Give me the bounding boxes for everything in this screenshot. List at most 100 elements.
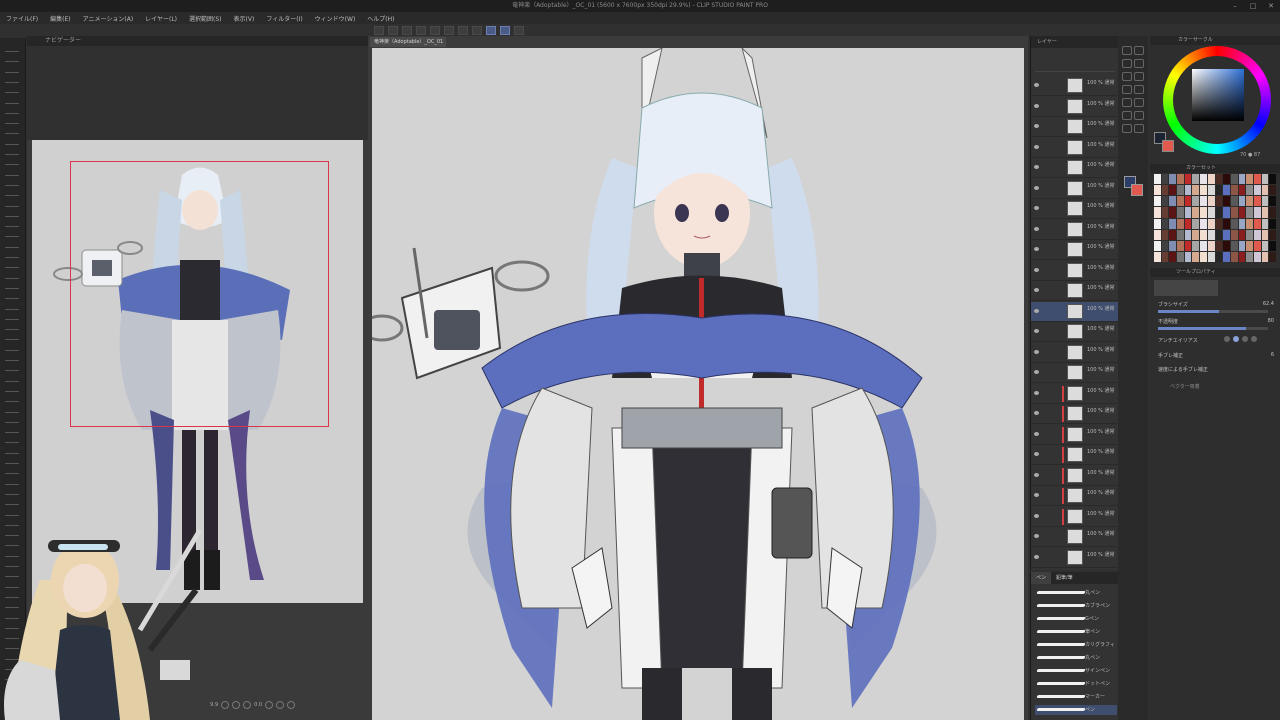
- color-swatch[interactable]: [1253, 185, 1261, 196]
- auto-action-item[interactable]: [5, 149, 19, 155]
- auto-action-item[interactable]: [5, 437, 19, 444]
- color-swatch[interactable]: [1154, 185, 1161, 196]
- color-swatch[interactable]: [1269, 229, 1276, 240]
- color-swatch[interactable]: [1230, 207, 1238, 218]
- color-swatch[interactable]: [1169, 229, 1177, 240]
- document-tab[interactable]: 竜神楽（Adoptable）_OC_01: [370, 37, 446, 47]
- color-swatch[interactable]: [1177, 207, 1184, 218]
- auto-action-item[interactable]: [5, 221, 19, 228]
- color-swatch[interactable]: [1177, 251, 1184, 262]
- auto-action-item[interactable]: [5, 46, 19, 52]
- color-swatch[interactable]: [1184, 240, 1192, 251]
- color-swatch[interactable]: [1169, 185, 1177, 196]
- zoom-tool-icon[interactable]: [1134, 59, 1144, 68]
- color-swatch[interactable]: [1230, 196, 1238, 207]
- menu-edit[interactable]: 編集(E): [50, 14, 70, 23]
- eye-icon[interactable]: [1034, 124, 1039, 128]
- color-swatch[interactable]: [1177, 229, 1184, 240]
- auto-action-item[interactable]: [5, 396, 19, 403]
- eyedropper-tool-icon[interactable]: [1134, 111, 1144, 120]
- color-swatch[interactable]: [1223, 251, 1230, 262]
- zoom-out-icon[interactable]: [221, 701, 230, 709]
- layer-row[interactable]: 100 % 通常: [1031, 527, 1119, 547]
- color-swatch[interactable]: [1161, 251, 1169, 262]
- select-tool-icon[interactable]: [1122, 72, 1132, 81]
- eye-icon[interactable]: [1034, 431, 1039, 436]
- layer-row[interactable]: 100 % 通常: [1031, 384, 1119, 404]
- color-swatch[interactable]: [1246, 185, 1253, 196]
- color-swatch[interactable]: [1184, 251, 1192, 262]
- color-swatch[interactable]: [1253, 229, 1261, 240]
- eye-icon[interactable]: [1034, 185, 1039, 190]
- auto-action-item[interactable]: [5, 365, 19, 372]
- color-swatch[interactable]: [1200, 240, 1207, 251]
- layer-row[interactable]: 100 % 通常: [1031, 343, 1119, 363]
- menu-file[interactable]: ファイル(F): [6, 14, 38, 23]
- hue-ring[interactable]: [1163, 46, 1271, 154]
- eye-icon[interactable]: [1034, 554, 1039, 559]
- background-color-swatch[interactable]: [1162, 140, 1174, 152]
- color-swatch[interactable]: [1246, 251, 1253, 262]
- eye-icon[interactable]: [1034, 144, 1039, 149]
- color-swatch[interactable]: [1200, 251, 1207, 262]
- auto-action-item[interactable]: [5, 273, 19, 279]
- layer-row[interactable]: 100 % 通常: [1031, 322, 1119, 342]
- color-swatch[interactable]: [1207, 185, 1215, 196]
- color-swatch[interactable]: [1207, 251, 1215, 262]
- tab-pen[interactable]: ペン: [1031, 572, 1052, 584]
- eye-icon[interactable]: [1034, 411, 1039, 415]
- eye-icon[interactable]: [1034, 288, 1039, 292]
- color-swatch[interactable]: [1215, 174, 1223, 185]
- auto-action-item[interactable]: [5, 56, 19, 63]
- layer-row[interactable]: 100 % 通常: [1031, 466, 1119, 486]
- layer-row[interactable]: 100 % 通常: [1031, 404, 1119, 424]
- auto-action-item[interactable]: [5, 334, 19, 341]
- color-swatch[interactable]: [1184, 196, 1192, 207]
- auto-action-item[interactable]: [5, 458, 19, 464]
- color-swatch[interactable]: [1253, 240, 1261, 251]
- menu-selection[interactable]: 選択範囲(S): [189, 14, 222, 23]
- brush-item[interactable]: ドットペン: [1035, 679, 1117, 689]
- color-swatch[interactable]: [1184, 185, 1192, 196]
- auto-action-item[interactable]: [5, 211, 19, 217]
- color-swatch[interactable]: [1161, 207, 1169, 218]
- color-swatch[interactable]: [1238, 251, 1246, 262]
- color-swatch[interactable]: [1215, 229, 1223, 240]
- color-swatch[interactable]: [1261, 174, 1269, 185]
- color-swatch[interactable]: [1269, 174, 1276, 185]
- eye-icon[interactable]: [1034, 267, 1039, 272]
- eye-icon[interactable]: [1034, 472, 1039, 477]
- color-swatch[interactable]: [1184, 218, 1192, 229]
- color-swatch[interactable]: [1261, 218, 1269, 229]
- color-swatch[interactable]: [1261, 251, 1269, 262]
- rotate-left-icon[interactable]: [265, 701, 274, 709]
- brush-item[interactable]: Gペン: [1035, 614, 1117, 624]
- layer-row[interactable]: 100 % 通常: [1031, 486, 1119, 506]
- menu-layer[interactable]: レイヤー(L): [145, 14, 177, 23]
- color-swatch[interactable]: [1177, 218, 1184, 229]
- save-icon[interactable]: [402, 26, 412, 35]
- fill-icon[interactable]: [472, 26, 482, 35]
- color-swatch[interactable]: [1246, 196, 1253, 207]
- color-swatch[interactable]: [1169, 174, 1177, 185]
- color-swatch[interactable]: [1223, 196, 1230, 207]
- color-swatch[interactable]: [1269, 240, 1276, 251]
- color-swatch[interactable]: [1184, 207, 1192, 218]
- color-swatch[interactable]: [1177, 196, 1184, 207]
- color-swatch[interactable]: [1200, 229, 1207, 240]
- layer-row[interactable]: 100 % 通常: [1031, 117, 1119, 137]
- color-swatch[interactable]: [1192, 229, 1200, 240]
- flip-icon[interactable]: [287, 701, 296, 709]
- eye-icon[interactable]: [1034, 165, 1039, 169]
- brush-item[interactable]: カブラペン: [1035, 601, 1117, 611]
- color-swatch[interactable]: [1207, 229, 1215, 240]
- close-icon[interactable]: ✕: [1262, 0, 1280, 12]
- color-swatch[interactable]: [1184, 229, 1192, 240]
- auto-action-item[interactable]: [5, 98, 19, 104]
- color-swatch[interactable]: [1246, 229, 1253, 240]
- navigator-view-rect[interactable]: [70, 161, 329, 427]
- color-swatch[interactable]: [1154, 251, 1161, 262]
- color-swatch[interactable]: [1192, 174, 1200, 185]
- auto-action-item[interactable]: [5, 304, 19, 310]
- color-swatch[interactable]: [1269, 207, 1276, 218]
